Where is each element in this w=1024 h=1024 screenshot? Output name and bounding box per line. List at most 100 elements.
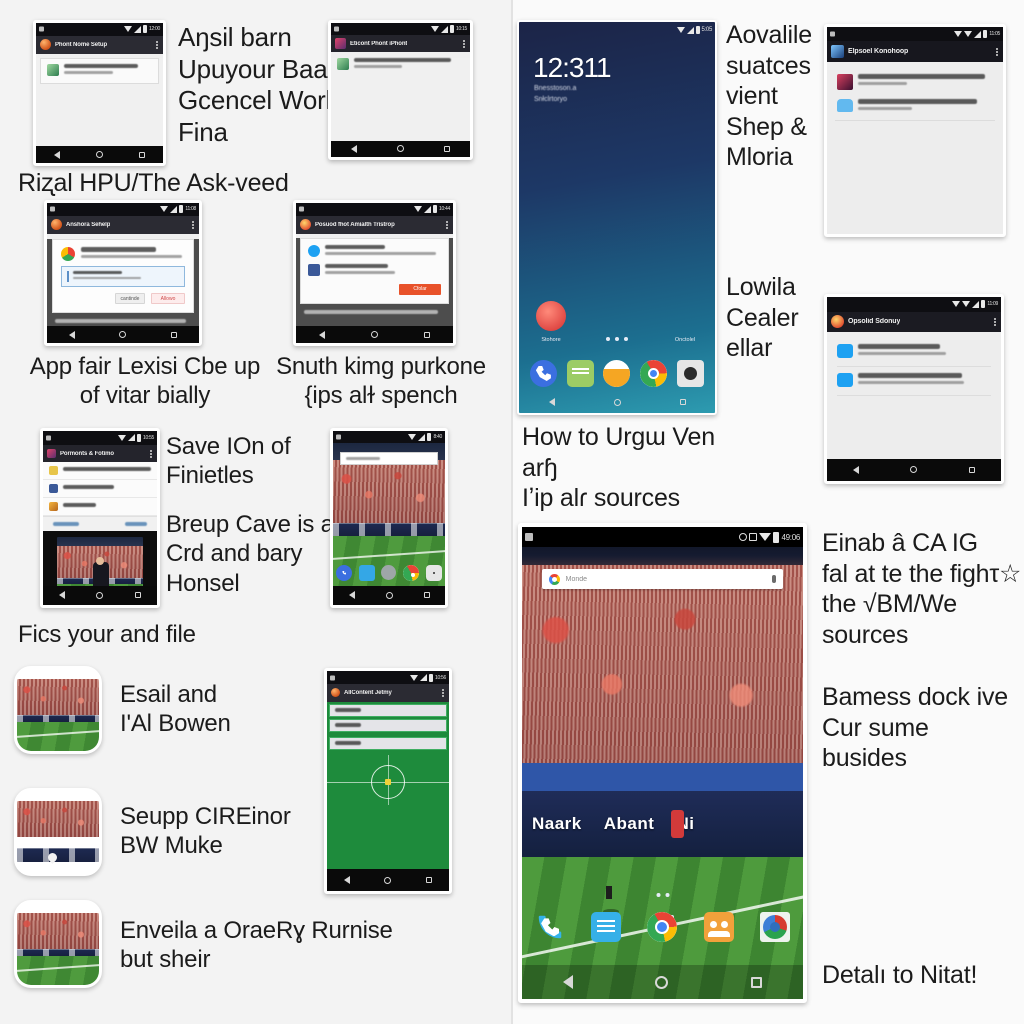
share-option-facebook[interactable]: Demostoribur Gorp Bosmicticnior tbort Ch… (308, 263, 441, 281)
back-icon[interactable] (69, 330, 76, 339)
text-input-field[interactable]: Sato brihamplehb doro aticercorossodsodo… (61, 265, 185, 287)
thumbnail-stadium-3[interactable] (14, 900, 102, 988)
app-title: Elpsoel Konohoop (848, 48, 909, 56)
list-item[interactable]: Ishutgpit (43, 498, 157, 517)
share-option-twitter[interactable]: Cinnouta Dbubht Schoqt ofl stiplont twol… (308, 244, 441, 264)
phone-social-share[interactable]: 10:44 Posuod fhot Amialth Tristrop Cinno… (293, 200, 456, 346)
cancel-button[interactable]: cantinde (115, 292, 145, 304)
save-button[interactable]: Tuoto (125, 522, 147, 527)
phone-icon[interactable] (535, 912, 565, 942)
chrome-icon[interactable] (403, 564, 420, 581)
tactic-option-1[interactable]: Toaoto (329, 703, 447, 717)
gallery-icon[interactable] (358, 564, 375, 581)
recents-icon[interactable] (135, 592, 142, 599)
thumbnail-stadium-1[interactable] (14, 666, 102, 754)
overflow-menu-icon[interactable] (446, 220, 448, 229)
microphone-icon[interactable] (772, 575, 777, 584)
overflow-menu-icon[interactable] (994, 317, 996, 326)
phone-setup-wizard[interactable]: 12:00 Phont Nome Setup Deveyphot Patho T… (33, 20, 166, 166)
phone-big-home[interactable]: Naark Abant Ni 49:06 Monde (518, 523, 807, 1003)
phone-tactics-board[interactable]: 10:56 AllContent Jetmy Toaoto Tobcuo Kre… (324, 668, 452, 894)
overflow-menu-icon[interactable] (442, 688, 444, 697)
recents-icon[interactable] (424, 331, 430, 338)
google-search-widget[interactable]: Monde (541, 569, 784, 590)
navigation-bar (519, 391, 715, 413)
home-icon[interactable] (96, 151, 103, 159)
status-bar: 10:44 (296, 203, 453, 216)
tactic-option-3[interactable]: Kretomy (329, 736, 447, 750)
recents-icon[interactable] (425, 877, 432, 883)
contacts-icon[interactable] (703, 912, 734, 943)
home-icon[interactable] (385, 591, 393, 599)
back-icon[interactable] (319, 330, 325, 339)
back-icon[interactable] (563, 975, 574, 989)
thumbnail-stadium-2[interactable] (14, 788, 102, 876)
list-item[interactable]: Censing Rirole Dontle Corcifnmot Cren Ph… (835, 70, 995, 97)
phone-permission-dialog[interactable]: 11:08 Anshora Sehelp Phon Kasslisatthe T… (44, 200, 202, 346)
back-icon[interactable] (852, 465, 859, 474)
tactic-option-2[interactable]: Tobcuo (329, 718, 447, 732)
restore-button[interactable]: Rurturo (53, 522, 79, 527)
app-icon-stohore[interactable] (536, 301, 566, 331)
back-icon[interactable] (348, 591, 355, 600)
home-icon[interactable] (655, 975, 669, 989)
overflow-menu-icon[interactable] (996, 47, 998, 56)
overflow-menu-icon[interactable] (463, 39, 465, 48)
home-icon[interactable] (397, 145, 404, 153)
overflow-menu-icon[interactable] (150, 449, 152, 458)
recents-icon[interactable] (139, 151, 145, 158)
ball-marker[interactable] (385, 779, 391, 786)
chrome-icon[interactable] (640, 360, 668, 387)
phone-home-search[interactable]: 8:40 Whdorscwe (330, 428, 448, 608)
overflow-menu-icon[interactable] (192, 220, 194, 229)
phone-finder[interactable]: 10:15 Eticont Phont iPhont Rosetyjona Se… (328, 20, 473, 160)
allow-button[interactable]: Allowo (151, 292, 185, 304)
status-time: 11:09 (987, 301, 998, 308)
browser-icon[interactable] (759, 912, 790, 943)
camera-icon[interactable] (677, 360, 705, 387)
back-icon[interactable] (54, 150, 60, 159)
back-icon[interactable] (58, 591, 65, 600)
back-icon[interactable] (344, 876, 351, 884)
list-item[interactable]: Bhobnor Fleob Wortotyhgil Poliorb Oponic… (837, 367, 991, 396)
list-item[interactable]: Rosetyjona Sectomons Eoyrodiont Sountoco… (337, 58, 464, 71)
email-icon[interactable] (603, 360, 631, 387)
phone-icon[interactable] (529, 360, 557, 387)
recents-icon[interactable] (444, 145, 450, 152)
list-item[interactable]: Deveyphot Patho Topinordost Intoqiuorit … (40, 57, 159, 84)
signal-icon (127, 434, 135, 442)
gallery-icon (49, 502, 58, 512)
chrome-icon[interactable] (647, 912, 678, 943)
phone-icon[interactable] (336, 564, 353, 581)
home-icon[interactable] (384, 876, 392, 884)
share-button[interactable]: Cfolar (399, 283, 441, 295)
recents-icon[interactable] (969, 466, 976, 473)
home-icon[interactable] (96, 591, 104, 599)
recents-icon[interactable] (423, 592, 430, 599)
list-item[interactable]: Pllontus,Poionsol Bobloinhs Sechnribur (837, 340, 991, 367)
list-item[interactable]: SthunZhostil (43, 480, 157, 499)
messages-icon[interactable] (566, 360, 594, 387)
recents-icon[interactable] (750, 976, 762, 988)
list-item[interactable]: Santo/Clotil EThongoto most (43, 462, 157, 481)
home-icon[interactable] (613, 398, 621, 406)
phone-upload-dialog[interactable]: 11:05 Elpsoel Konohoop Censing Rirole Do… (824, 24, 1006, 237)
messages-icon[interactable] (591, 912, 622, 943)
home-icon[interactable] (119, 331, 127, 339)
phone-lockscreen[interactable]: 5:05 12:311 Bnesstoson.a Snłclrtoryo Stoh… (517, 20, 717, 415)
recents-icon[interactable] (170, 331, 177, 338)
phone-contacts-photo[interactable]: 10:55 Pormonts & Fotimo Santo/Clotil ETh… (40, 428, 160, 608)
search-input[interactable]: Whdorscwe (340, 451, 438, 465)
overflow-menu-icon[interactable] (156, 40, 158, 49)
list-item[interactable]: Cobdirl Bting Ckeriying Moornob Ceitemir… (835, 97, 995, 122)
phone-share-sheet[interactable]: 11:09 Opsolid Sdonuy Pllontus,Poionsol B… (824, 294, 1004, 484)
back-icon[interactable] (548, 398, 555, 406)
recents-icon[interactable] (679, 399, 686, 405)
home-icon[interactable] (371, 331, 378, 339)
settings-icon[interactable] (381, 565, 397, 581)
back-icon[interactable] (351, 144, 357, 153)
app-bar: Phont Nome Setup (36, 35, 163, 54)
permission-dialog[interactable]: Phon Kasslisatthe Thodeci wirquils ottod… (52, 238, 194, 313)
camera-icon[interactable] (425, 564, 442, 581)
home-icon[interactable] (910, 466, 918, 474)
